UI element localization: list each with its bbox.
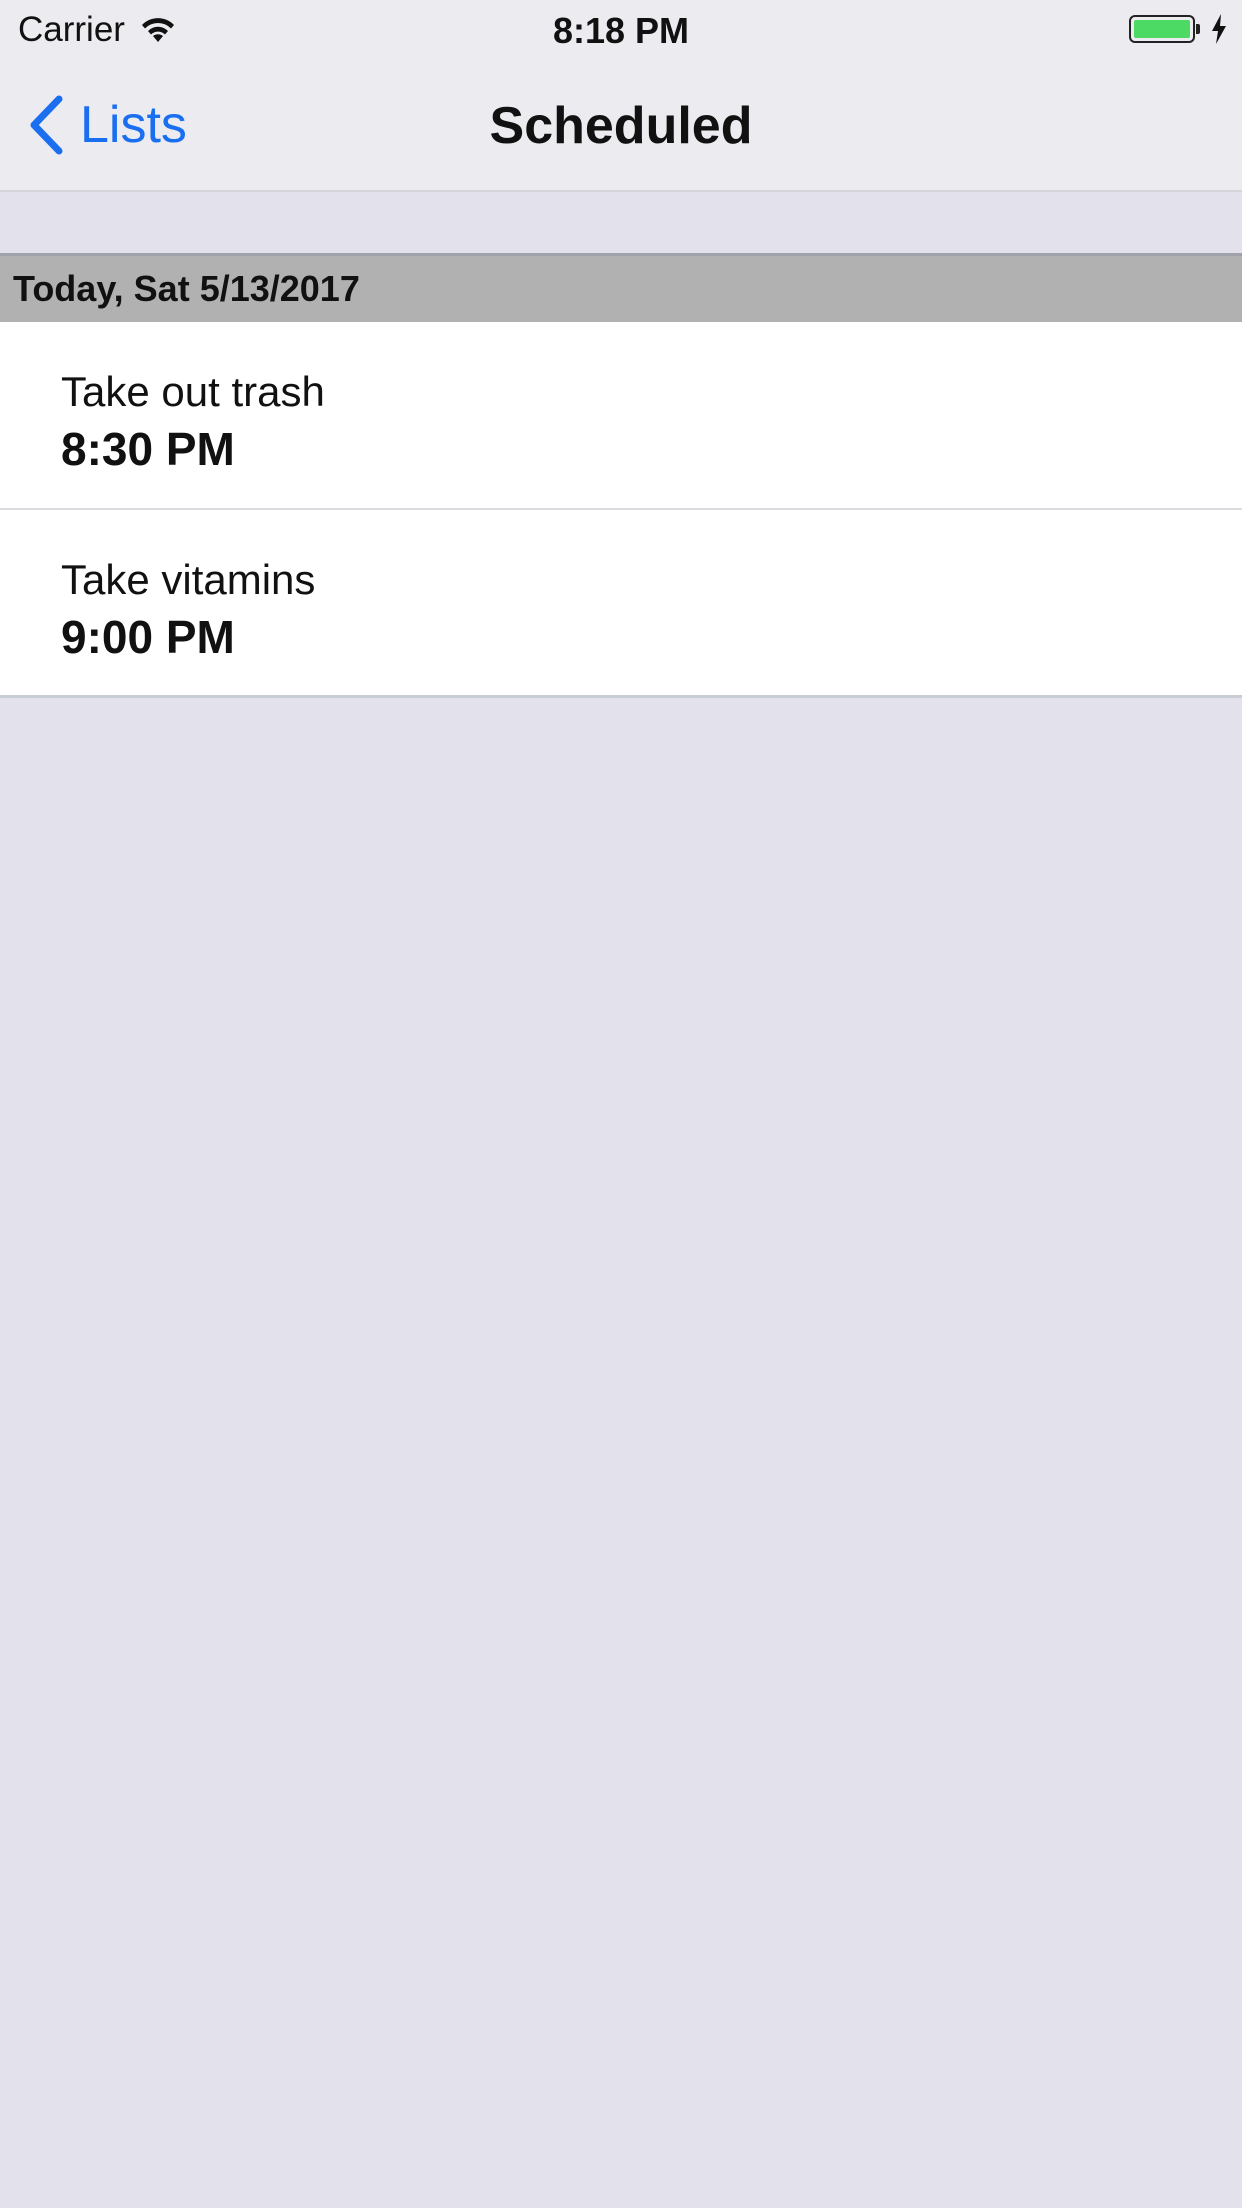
- page-title: Scheduled: [489, 97, 753, 155]
- navigation-bar: Lists Scheduled: [0, 60, 1242, 192]
- battery-indicator: [1129, 14, 1228, 44]
- section-header: Today, Sat 5/13/2017: [0, 253, 1242, 322]
- status-bar: Carrier 8:18 PM: [0, 0, 1242, 60]
- battery-level-fill: [1134, 20, 1190, 38]
- list-item[interactable]: Take out trash 8:30 PM: [0, 322, 1242, 508]
- list-item-time: 8:30 PM: [61, 423, 235, 475]
- status-time: 8:18 PM: [552, 10, 690, 51]
- list-item-title: Take out trash: [61, 368, 325, 415]
- section-header-label: Today, Sat 5/13/2017: [13, 268, 360, 309]
- scheduled-list: Take out trash 8:30 PM Take vitamins 9:0…: [0, 322, 1242, 698]
- list-item[interactable]: Take vitamins 9:00 PM: [0, 508, 1242, 695]
- list-item-title: Take vitamins: [61, 556, 316, 603]
- list-item-time: 9:00 PM: [61, 611, 235, 663]
- battery-nub: [1196, 24, 1200, 34]
- battery-icon: [1129, 15, 1195, 43]
- charging-bolt-icon: [1212, 14, 1226, 44]
